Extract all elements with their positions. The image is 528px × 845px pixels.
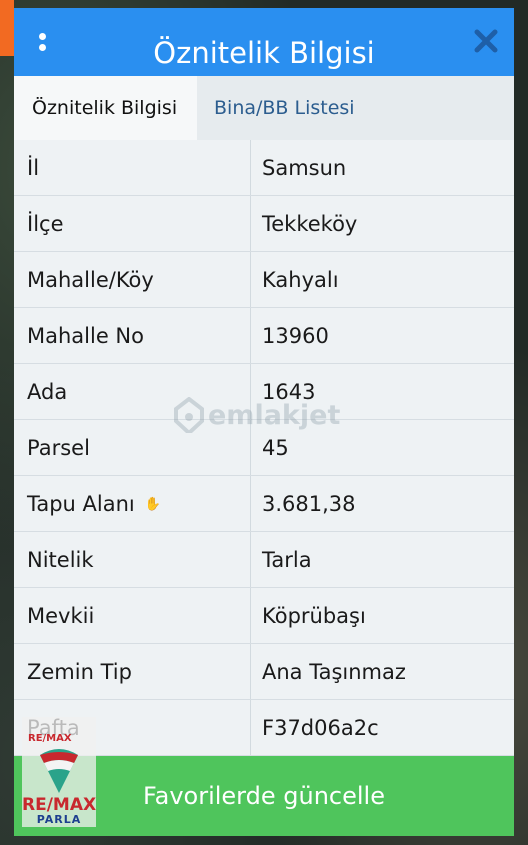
row-label: Ada xyxy=(27,380,68,404)
row-label: Zemin Tip xyxy=(27,660,132,684)
tab-attribute-info[interactable]: Öznitelik Bilgisi xyxy=(14,76,197,140)
row-value: Samsun xyxy=(262,156,347,180)
table-row: Zemin Tip Ana Taşınmaz xyxy=(14,644,514,700)
attribute-table: İl Samsun İlçe Tekkeköy Mahalle/Köy Kahyalı… xyxy=(14,140,514,756)
dialog-titlebar: Öznitelik Bilgisi xyxy=(14,8,514,76)
row-value: 1643 xyxy=(262,380,316,404)
table-row: İlçe Tekkeköy xyxy=(14,196,514,252)
orange-strip xyxy=(0,0,14,56)
row-value: Tarla xyxy=(262,548,312,572)
table-row: Parsel 45 xyxy=(14,420,514,476)
table-row: Tapu Alanı ✋ 3.681,38 xyxy=(14,476,514,532)
row-value: 3.681,38 xyxy=(262,492,356,516)
tab-bar: Öznitelik Bilgisi Bina/BB Listesi xyxy=(14,76,514,140)
pointer-icon: ✋ xyxy=(144,497,161,512)
row-label: Nitelik xyxy=(27,548,94,572)
tab-building-list[interactable]: Bina/BB Listesi xyxy=(197,76,514,140)
table-row: Ada 1643 xyxy=(14,364,514,420)
row-value: Köprübaşı xyxy=(262,604,366,628)
logo-brand-top: RE/MAX xyxy=(28,733,72,744)
row-label: İlçe xyxy=(27,212,64,236)
row-value: 45 xyxy=(262,436,289,460)
row-label: Parsel xyxy=(27,436,90,460)
row-value: Kahyalı xyxy=(262,268,339,292)
remax-logo: RE/MAX RE/MAX PARLA xyxy=(22,717,96,827)
row-label: Tapu Alanı ✋ xyxy=(27,476,161,533)
attribute-dialog: Öznitelik Bilgisi Öznitelik Bilgisi Bina… xyxy=(14,8,514,836)
row-value: Tekkeköy xyxy=(262,212,358,236)
logo-brand-sub: PARLA xyxy=(36,813,82,826)
close-icon[interactable] xyxy=(473,28,499,54)
row-label: Mahalle/Köy xyxy=(27,268,154,292)
table-row: İl Samsun xyxy=(14,140,514,196)
dialog-title: Öznitelik Bilgisi xyxy=(153,36,375,70)
table-row: Nitelik Tarla xyxy=(14,532,514,588)
row-label: Mahalle No xyxy=(27,324,144,348)
table-row: Mahalle/Köy Kahyalı xyxy=(14,252,514,308)
row-label-text: Tapu Alanı xyxy=(27,492,135,516)
row-value: F37d06a2c xyxy=(262,716,379,740)
row-value: Ana Taşınmaz xyxy=(262,660,406,684)
table-row: Mevkii Köprübaşı xyxy=(14,588,514,644)
row-value: 13960 xyxy=(262,324,329,348)
table-row: Mahalle No 13960 xyxy=(14,308,514,364)
logo-brand-main: RE/MAX xyxy=(22,795,97,815)
row-label: Mevkii xyxy=(27,604,95,628)
row-label: İl xyxy=(27,156,40,180)
balloon-icon xyxy=(40,749,78,793)
